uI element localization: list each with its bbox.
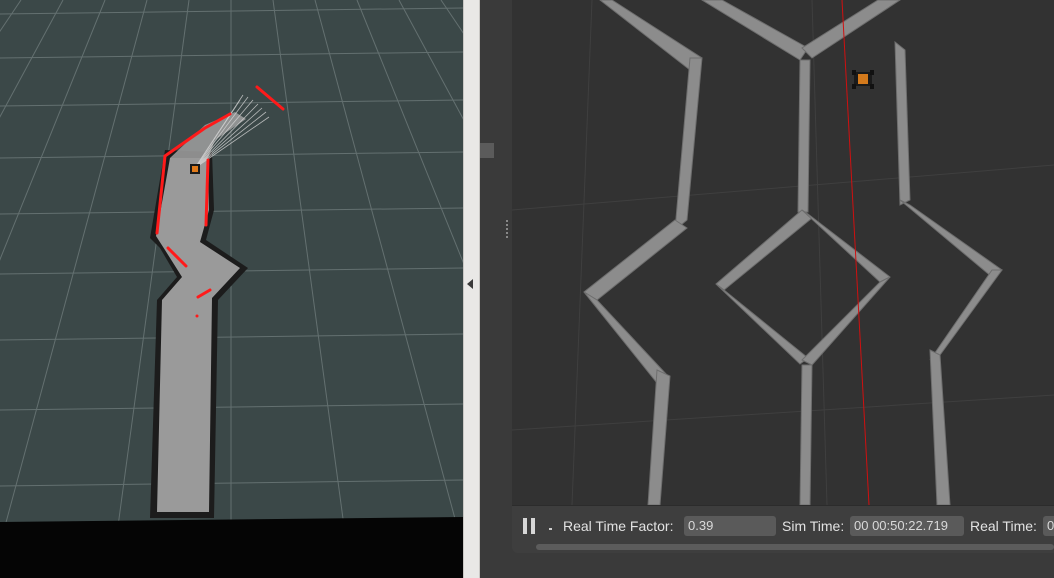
grid-line: [440, 0, 463, 34]
grid-line: [314, 0, 463, 551]
track-walls: [583, 0, 1003, 505]
step-button[interactable]: [549, 528, 552, 530]
pause-icon: [531, 518, 535, 534]
gazebo-3d-view[interactable]: [512, 0, 1054, 505]
grid-line: [0, 0, 22, 33]
triangle-left-icon[interactable]: [467, 279, 473, 289]
rviz-3d-view[interactable]: [0, 0, 463, 578]
panel-splitter[interactable]: [463, 0, 480, 578]
pause-icon: [523, 518, 527, 534]
real-time-factor-field: 0.39: [684, 516, 776, 536]
rviz-grid: [0, 0, 463, 578]
gazebo-robot: [852, 70, 874, 89]
resize-grip-icon[interactable]: [506, 220, 508, 238]
rviz-scene: [0, 0, 463, 578]
rviz-black-floor: [0, 517, 463, 578]
gazebo-scene: [512, 0, 1054, 505]
real-time-label: Real Time:: [970, 518, 1037, 534]
toolbar-scrollbar[interactable]: [536, 544, 1054, 550]
real-time-factor-label: Real Time Factor:: [563, 518, 674, 534]
grid-line: [272, 0, 352, 578]
grid-line: [0, 0, 148, 547]
robot-marker: [190, 164, 200, 174]
gazebo-side-panel-handle[interactable]: [480, 143, 494, 158]
gazebo-toolbar: Real Time Factor: 0.39 Sim Time: 00 00:5…: [512, 505, 1054, 553]
grid-line: [398, 0, 463, 120]
pause-button[interactable]: [522, 518, 538, 534]
grid-line: [0, 0, 64, 118]
real-time-field: 0: [1043, 516, 1054, 536]
sim-time-label: Sim Time:: [782, 518, 845, 534]
laser-point: [195, 314, 199, 318]
sim-time-field: 00 00:50:22.719: [850, 516, 964, 536]
